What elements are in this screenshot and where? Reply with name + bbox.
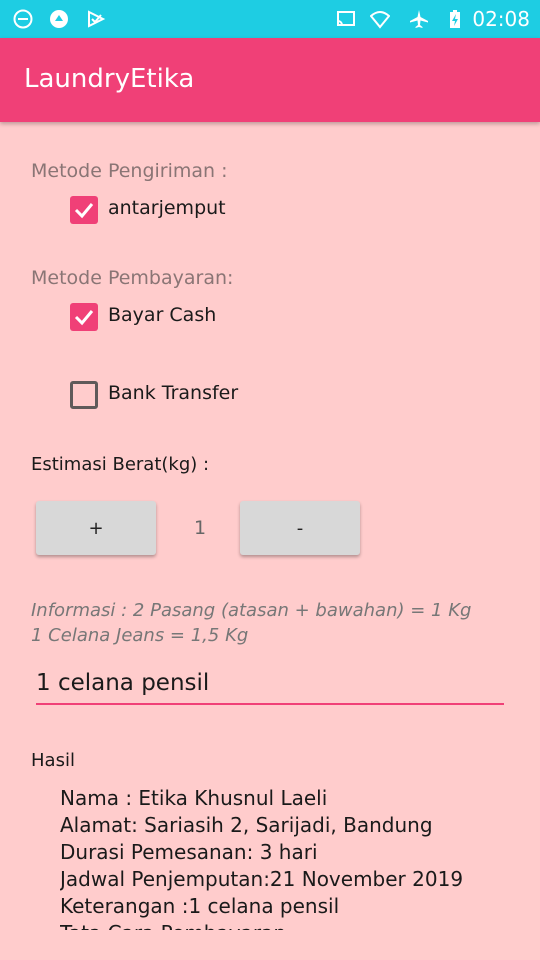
airplane-mode-icon [410,10,428,28]
app-notification-icon [50,10,68,28]
result-line-address: Alamat: Sariasih 2, Sarijadi, Bandung [60,813,433,837]
result-text: Nama : Etika Khusnul Laeli Alamat: Saria… [60,785,520,930]
checkbox-checked-icon[interactable] [70,303,98,331]
checkbox-label: Bayar Cash [108,304,217,326]
result-line-pickup-schedule: Jadwal Penjemputan:21 November 2019 [60,867,464,891]
app-title: LaundryEtika [24,64,195,94]
checkbox-checked-icon[interactable] [70,196,98,224]
note-input[interactable] [36,663,504,705]
increase-weight-button[interactable]: + [36,501,156,555]
cast-icon [337,11,355,26]
info-text: Informasi : 2 Pasang (atasan + bawahan) … [31,598,471,648]
result-line-name: Nama : Etika Khusnul Laeli [60,786,328,810]
decrease-weight-button[interactable]: - [240,501,360,555]
checkbox-label: Bank Transfer [108,382,239,404]
status-bar: 02:08 [0,0,540,38]
info-line: 1 Celana Jeans = 1,5 Kg [31,625,249,646]
wifi-icon [370,11,390,29]
delivery-method-label: Metode Pengiriman : [31,160,228,182]
clock-time: 02:08 [472,7,530,31]
app-bar: LaundryEtika [0,38,540,122]
do-not-disturb-icon [13,9,33,29]
payment-method-label: Metode Pembayaran: [31,267,234,289]
checkbox-label: antarjemput [108,197,226,219]
result-line-duration: Durasi Pemesanan: 3 hari [60,840,318,864]
result-line-payment-method: Tata Cara Pembayaran [60,920,520,930]
weight-value: 1 [193,517,207,539]
weight-estimate-label: Estimasi Berat(kg) : [31,454,210,475]
result-label: Hasil [31,750,75,771]
battery-charging-icon [450,10,460,28]
info-line: Informasi : 2 Pasang (atasan + bawahan) … [31,600,472,621]
download-done-icon [88,10,106,28]
checkbox-unchecked-icon[interactable] [70,381,98,409]
result-line-note: Keterangan :1 celana pensil [60,894,340,918]
